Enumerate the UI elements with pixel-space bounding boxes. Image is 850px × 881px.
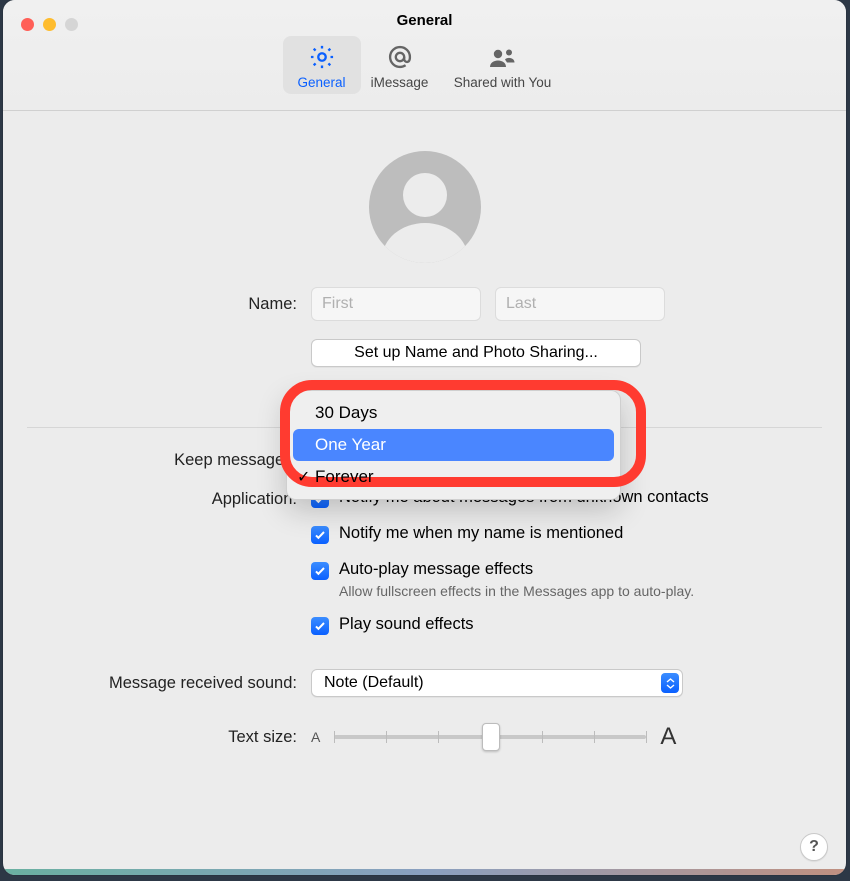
slider-knob[interactable]	[482, 723, 500, 751]
first-name-input[interactable]	[311, 287, 481, 321]
row-text-size: Text size: A A	[27, 723, 822, 751]
menu-item-forever[interactable]: ✓ Forever	[293, 461, 614, 493]
opt-autoplay-effects[interactable]: Auto-play message effects Allow fullscre…	[311, 560, 822, 599]
title-bar: General General iMessage	[3, 0, 846, 111]
checkmark-icon: ✓	[297, 467, 310, 487]
setup-name-photo-sharing-button[interactable]: Set up Name and Photo Sharing...	[311, 339, 641, 367]
opt-sound-effects-label: Play sound effects	[339, 615, 474, 634]
checkbox-checked-icon	[311, 617, 329, 635]
tab-imessage[interactable]: iMessage	[361, 36, 439, 94]
application-label: Application:	[27, 488, 311, 509]
text-size-slider[interactable]	[334, 735, 646, 739]
checkbox-checked-icon	[311, 562, 329, 580]
row-application: Application: Notify me about messages fr…	[27, 488, 822, 651]
name-label: Name:	[27, 295, 311, 314]
menu-item-30-days[interactable]: 30 Days	[293, 397, 614, 429]
keep-messages-label: Keep messages:	[27, 451, 311, 470]
opt-sound-effects[interactable]: Play sound effects	[311, 615, 822, 635]
toolbar-tabs: General iMessage	[3, 36, 846, 94]
text-size-small-a: A	[311, 729, 320, 745]
preferences-window: General General iMessage	[3, 0, 846, 875]
avatar-container	[3, 151, 846, 263]
tab-general-label: General	[297, 75, 345, 90]
person-icon	[403, 173, 447, 217]
message-sound-value: Note (Default)	[324, 674, 424, 691]
tab-imessage-label: iMessage	[371, 75, 429, 90]
people-icon	[488, 42, 518, 72]
tab-general[interactable]: General	[283, 36, 361, 94]
opt-name-mentioned[interactable]: Notify me when my name is mentioned	[311, 524, 822, 544]
row-message-sound: Message received sound: Note (Default)	[27, 669, 822, 697]
text-size-large-a: A	[660, 723, 676, 751]
updown-stepper-icon	[661, 673, 679, 693]
gear-icon	[308, 42, 336, 72]
window-title: General	[3, 12, 846, 29]
row-name: Name:	[27, 287, 822, 321]
text-size-label: Text size:	[27, 728, 311, 747]
help-button[interactable]: ?	[800, 833, 828, 861]
keep-messages-menu: 30 Days One Year ✓ Forever	[286, 390, 621, 500]
last-name-input[interactable]	[495, 287, 665, 321]
opt-name-mentioned-label: Notify me when my name is mentioned	[339, 524, 623, 543]
menu-item-one-year[interactable]: One Year	[293, 429, 614, 461]
tab-shared-label: Shared with You	[454, 75, 552, 90]
message-sound-label: Message received sound:	[27, 674, 311, 693]
row-setup-sharing: Set up Name and Photo Sharing...	[27, 339, 822, 367]
tab-shared-with-you[interactable]: Shared with You	[439, 36, 567, 94]
keep-messages-menu-overlay: 30 Days One Year ✓ Forever	[286, 390, 621, 500]
opt-autoplay-effects-label: Auto-play message effects	[339, 560, 694, 579]
opt-autoplay-subtext: Allow fullscreen effects in the Messages…	[339, 583, 694, 599]
message-sound-select[interactable]: Note (Default)	[311, 669, 683, 697]
checkbox-checked-icon	[311, 526, 329, 544]
at-sign-icon	[386, 42, 414, 72]
dock-edge-decor	[3, 869, 846, 875]
profile-avatar[interactable]	[369, 151, 481, 263]
